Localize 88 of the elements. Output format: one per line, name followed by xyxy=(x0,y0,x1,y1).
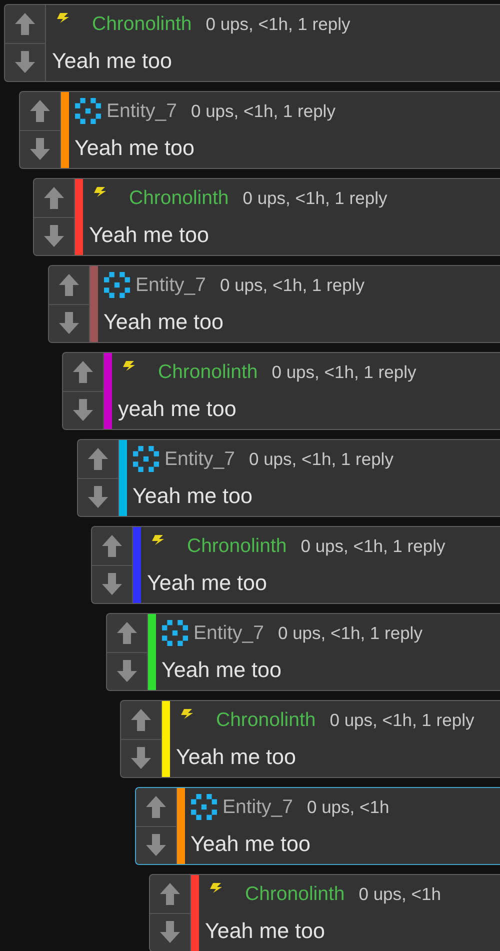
up-arrow-icon xyxy=(28,98,50,123)
up-arrow-icon xyxy=(14,12,36,36)
downvote-button[interactable] xyxy=(136,826,176,864)
downvote-button[interactable] xyxy=(106,652,146,690)
lightning-icon xyxy=(56,13,70,23)
pixel-ring-icon xyxy=(132,446,158,472)
comment-text: Yeah me too xyxy=(74,135,196,161)
upvote-button[interactable] xyxy=(121,701,161,740)
comment-meta: 0 ups, <1h xyxy=(358,884,441,904)
comment-text: Yeah me too xyxy=(104,309,224,335)
lightning-icon xyxy=(180,709,194,719)
author-name[interactable]: Entity_7 xyxy=(164,448,235,470)
downvote-button[interactable] xyxy=(78,478,118,516)
up-arrow-icon xyxy=(43,186,65,210)
comment-text: Yeah me too xyxy=(147,570,268,596)
comment-text: Yeah me too xyxy=(52,48,173,74)
up-arrow-icon xyxy=(159,882,181,906)
up-arrow-icon xyxy=(86,446,108,471)
down-arrow-icon xyxy=(58,311,80,336)
comment-meta: 0 ups, <1h, 1 reply xyxy=(300,536,446,556)
author-name[interactable]: Chronolinth xyxy=(245,882,345,906)
down-arrow-icon xyxy=(28,137,50,162)
author-name[interactable]: Chronolinth xyxy=(129,186,229,210)
comment-meta: 0 ups, <1h, 1 reply xyxy=(242,188,388,208)
lightning-icon xyxy=(151,535,165,545)
lightning-icon xyxy=(93,187,107,197)
downvote-button[interactable] xyxy=(48,304,88,342)
downvote-button[interactable] xyxy=(20,130,60,168)
downvote-button[interactable] xyxy=(121,740,161,777)
comment-meta: 0 ups, <1h xyxy=(306,796,390,818)
downvote-button[interactable] xyxy=(92,566,132,603)
up-arrow-icon xyxy=(72,360,94,384)
pixel-ring-icon xyxy=(74,98,100,124)
downvote-button[interactable] xyxy=(63,392,103,429)
upvote-button[interactable] xyxy=(20,92,60,130)
downvote-button[interactable] xyxy=(34,218,74,255)
author-name[interactable]: Entity_7 xyxy=(194,622,264,644)
lightning-icon xyxy=(122,361,136,371)
down-arrow-icon xyxy=(144,833,166,858)
down-arrow-icon xyxy=(72,398,94,422)
pixel-ring-icon xyxy=(162,620,188,646)
up-arrow-icon xyxy=(101,534,123,558)
up-arrow-icon xyxy=(144,794,166,819)
upvote-button[interactable] xyxy=(136,788,176,826)
author-name[interactable]: Chronolinth xyxy=(158,360,258,384)
author-name[interactable]: Entity_7 xyxy=(106,100,177,122)
comment-text: Yeah me too xyxy=(132,483,254,509)
up-arrow-icon xyxy=(58,272,80,297)
comment-text: Yeah me too xyxy=(176,744,297,770)
down-arrow-icon xyxy=(43,224,65,248)
upvote-button[interactable] xyxy=(150,875,190,914)
up-arrow-icon xyxy=(130,708,152,732)
up-arrow-icon xyxy=(116,620,138,645)
upvote-button[interactable] xyxy=(34,179,74,218)
comment-meta: 0 ups, <1h, 1 reply xyxy=(278,622,422,644)
author-name[interactable]: Entity_7 xyxy=(136,274,206,296)
upvote-button[interactable] xyxy=(106,614,146,652)
downvote-button[interactable] xyxy=(5,44,45,81)
comment-text: Yeah me too xyxy=(190,831,312,857)
down-arrow-icon xyxy=(101,572,123,596)
upvote-button[interactable] xyxy=(63,353,103,392)
upvote-button[interactable] xyxy=(5,5,45,44)
comment-meta: 0 ups, <1h, 1 reply xyxy=(330,710,474,730)
comment-text: Yeah me too xyxy=(205,918,326,944)
comment-text: yeah me too xyxy=(118,396,238,422)
comment-meta: 0 ups, <1h, 1 reply xyxy=(272,362,416,382)
comment-text: Yeah me too xyxy=(89,222,210,248)
down-arrow-icon xyxy=(130,746,152,770)
comment-text: Yeah me too xyxy=(162,657,282,683)
down-arrow-icon xyxy=(116,659,138,684)
down-arrow-icon xyxy=(14,50,36,74)
comment-meta: 0 ups, <1h, 1 reply xyxy=(190,100,336,122)
pixel-ring-icon xyxy=(104,272,130,298)
author-name[interactable]: Chronolinth xyxy=(216,708,316,732)
upvote-button[interactable] xyxy=(48,266,88,304)
down-arrow-icon xyxy=(159,920,181,944)
upvote-button[interactable] xyxy=(92,527,132,566)
comment-meta: 0 ups, <1h, 1 reply xyxy=(248,448,394,470)
comment-meta: 0 ups, <1h, 1 reply xyxy=(206,14,350,34)
pixel-ring-icon xyxy=(190,794,216,820)
lightning-icon xyxy=(209,883,223,893)
upvote-button[interactable] xyxy=(78,440,118,478)
down-arrow-icon xyxy=(86,485,108,510)
author-name[interactable]: Chronolinth xyxy=(92,12,192,36)
author-name[interactable]: Chronolinth xyxy=(187,534,287,558)
downvote-button[interactable] xyxy=(150,914,190,951)
comment-meta: 0 ups, <1h, 1 reply xyxy=(220,274,364,296)
author-name[interactable]: Entity_7 xyxy=(222,796,293,818)
